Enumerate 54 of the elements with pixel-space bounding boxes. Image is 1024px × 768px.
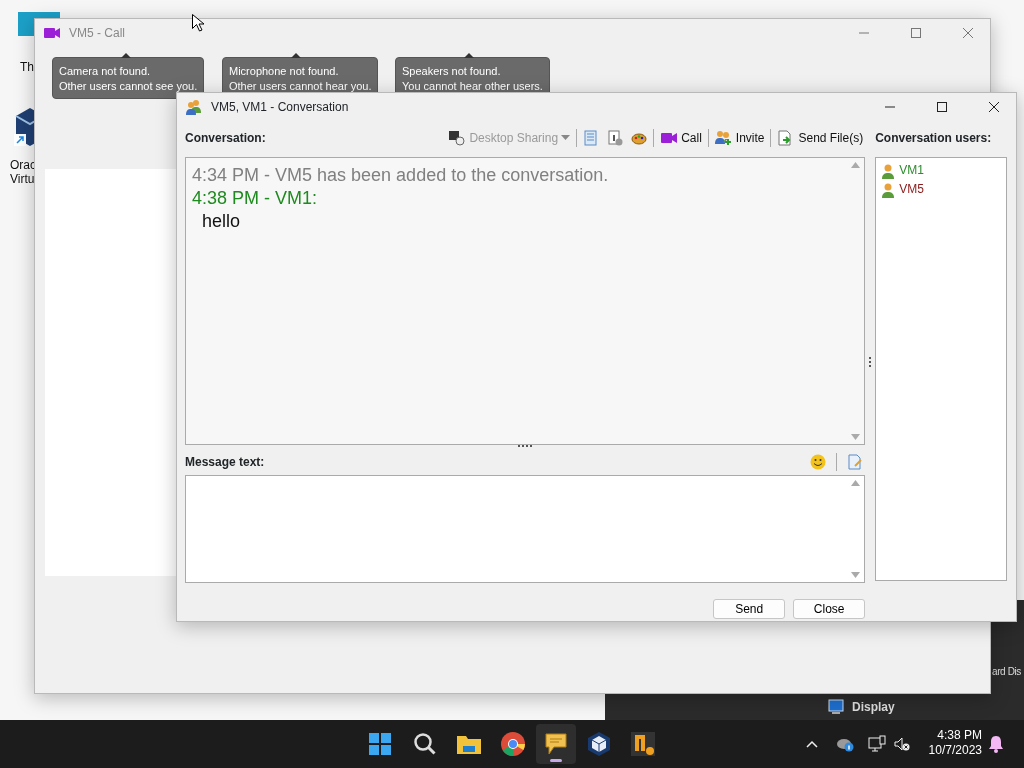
- monitor-share-icon: [448, 130, 467, 146]
- display-label: Display: [852, 699, 895, 716]
- speech-bubble-icon: [543, 731, 569, 757]
- toolbar-button[interactable]: [629, 130, 650, 146]
- conversation-label: Conversation:: [185, 130, 266, 147]
- toolbar-button[interactable]: Invite: [712, 129, 767, 147]
- windows-logo-icon: [367, 731, 393, 757]
- user-name[interactable]: VM5: [899, 180, 924, 199]
- person-icon: [881, 162, 896, 179]
- app-icon: [630, 731, 656, 757]
- video-camera-icon: [43, 25, 61, 41]
- chevron-up-icon[interactable]: [806, 740, 818, 748]
- splitter-grip[interactable]: [869, 357, 872, 367]
- bell-icon[interactable]: [988, 735, 1004, 753]
- message-label: Message text:: [185, 454, 265, 471]
- mouse-cursor-icon: [192, 14, 204, 32]
- person-icon: [881, 181, 896, 198]
- clock-date[interactable]: 10/7/2023: [928, 743, 982, 758]
- document-edit-icon: [847, 454, 864, 470]
- desktop-icon-label: Th: [20, 60, 35, 74]
- splitter-grip[interactable]: [518, 445, 533, 448]
- people-add-icon: [714, 130, 733, 146]
- close-button[interactable]: Close: [793, 599, 866, 619]
- taskbar-app[interactable]: [536, 724, 576, 764]
- send-button[interactable]: Send: [713, 599, 786, 619]
- document-info-icon: [607, 130, 624, 146]
- message-text: hello: [202, 210, 241, 233]
- browser-icon: [500, 731, 526, 757]
- smiley-icon: [810, 454, 827, 470]
- system-message: 4:34 PM - VM5 has been added to the conversation.: [192, 164, 609, 187]
- window-title: VM5, VM1 - Conversation: [211, 99, 349, 116]
- search-icon: [412, 731, 438, 757]
- close-icon: [963, 28, 973, 38]
- close-icon: [989, 102, 999, 112]
- window-text: ard Dis: [992, 665, 1021, 679]
- video-camera-icon: [660, 130, 679, 146]
- toolbar-button[interactable]: Send File(s): [775, 129, 866, 147]
- toolbar-button[interactable]: Call: [658, 129, 704, 147]
- clock-time[interactable]: 4:38 PM: [937, 728, 982, 743]
- network-icon[interactable]: [868, 735, 886, 753]
- maximize-icon: [937, 102, 947, 112]
- people-icon: [185, 99, 203, 115]
- caret-icon: [561, 135, 571, 141]
- cube-icon: [586, 731, 612, 757]
- cloud-info-icon[interactable]: [836, 736, 854, 752]
- message-header: 4:38 PM - VM1:: [192, 187, 318, 210]
- notes-icon: [583, 130, 600, 146]
- palette-icon: [631, 130, 648, 146]
- user-name[interactable]: VM1: [899, 161, 924, 180]
- window-title: VM5 - Call: [69, 25, 125, 42]
- speaker-muted-icon[interactable]: [894, 736, 910, 752]
- maximize-icon: [911, 28, 921, 38]
- users-label: Conversation users:: [875, 130, 992, 147]
- monitor-icon: [828, 699, 844, 715]
